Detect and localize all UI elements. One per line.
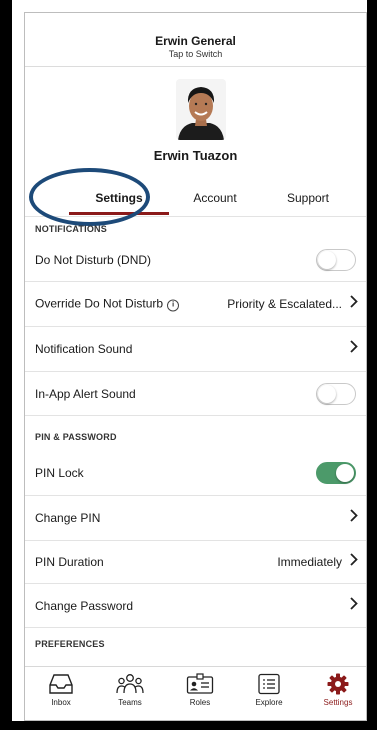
- in-app-alert-toggle[interactable]: [316, 382, 356, 405]
- avatar: [176, 79, 226, 140]
- right-frame-border: [367, 0, 377, 730]
- tabbar-settings[interactable]: Settings: [310, 673, 366, 707]
- tabbar-teams[interactable]: Teams: [102, 673, 158, 707]
- left-frame-border: [0, 0, 12, 730]
- change-pin-label: Change PIN: [35, 511, 101, 525]
- tab-settings[interactable]: Settings: [69, 191, 169, 205]
- notification-sound-row[interactable]: Notification Sound: [25, 327, 366, 372]
- inbox-icon: [49, 674, 73, 694]
- profile-name: Erwin Tuazon: [153, 148, 238, 163]
- account-switch-hint: Tap to Switch: [168, 49, 223, 59]
- tabbar-roles-label: Roles: [189, 698, 211, 707]
- notification-sound-label: Notification Sound: [35, 342, 133, 356]
- change-password-row[interactable]: Change Password: [25, 584, 366, 628]
- roles-icon: [186, 673, 214, 694]
- account-switcher[interactable]: Erwin General Tap to Switch: [25, 13, 366, 67]
- tabbar-teams-label: Teams: [118, 698, 142, 707]
- pin-duration-label: PIN Duration: [35, 555, 104, 569]
- explore-icon: [258, 673, 280, 695]
- chevron-right-icon: [350, 596, 358, 615]
- chevron-right-icon: [350, 553, 358, 571]
- section-header-notifications: NOTIFICATIONS: [35, 224, 107, 234]
- dnd-toggle[interactable]: [316, 249, 356, 271]
- pin-lock-toggle[interactable]: [316, 462, 356, 484]
- change-pin-row[interactable]: Change PIN: [25, 496, 366, 541]
- chevron-right-icon: [350, 509, 358, 527]
- tabbar-inbox-label: Inbox: [51, 698, 71, 707]
- section-header-pin-password: PIN & PASSWORD: [35, 432, 117, 442]
- pin-lock-label: PIN Lock: [35, 466, 84, 480]
- bottom-tab-bar: Inbox Teams Roles Explore Settings: [25, 666, 366, 720]
- change-password-label: Change Password: [35, 598, 134, 613]
- tab-account[interactable]: Account: [165, 191, 265, 205]
- pin-duration-row[interactable]: PIN Duration Immediately: [25, 541, 366, 584]
- tabbar-explore-label: Explore: [255, 698, 283, 707]
- account-title: Erwin General: [155, 34, 236, 48]
- tabbar-explore[interactable]: Explore: [241, 673, 297, 707]
- settings-screen: Erwin General Tap to Switch Erwin Tuazon…: [24, 12, 367, 721]
- override-dnd-row[interactable]: Override Do Not Disturb i Priority & Esca…: [25, 282, 366, 327]
- section-header-preferences: PREFERENCES: [35, 639, 105, 649]
- dnd-label: Do Not Disturb (DND): [35, 253, 152, 267]
- in-app-alert-row: In-App Alert Sound: [25, 372, 366, 416]
- dnd-row: Do Not Disturb (DND): [25, 239, 366, 282]
- in-app-alert-label: In-App Alert Sound: [35, 386, 136, 401]
- teams-icon: [116, 674, 144, 694]
- pin-duration-value: Immediately: [277, 555, 342, 569]
- chevron-right-icon: [350, 340, 358, 358]
- tabbar-settings-label: Settings: [323, 698, 353, 707]
- tabbar-roles[interactable]: Roles: [172, 673, 228, 707]
- tabbar-inbox[interactable]: Inbox: [33, 673, 89, 707]
- override-dnd-value: Priority & Escalated...: [227, 297, 342, 311]
- bottom-frame-border: [0, 721, 377, 730]
- active-tab-indicator: [69, 212, 169, 215]
- pin-lock-row: PIN Lock: [25, 451, 366, 496]
- gear-icon: [327, 673, 349, 695]
- settings-tabs: Settings Account Support: [25, 184, 366, 217]
- tab-support[interactable]: Support: [258, 191, 358, 205]
- info-icon[interactable]: i: [167, 299, 180, 312]
- chevron-right-icon: [350, 295, 358, 313]
- override-dnd-label: Override Do Not Disturb: [35, 296, 164, 311]
